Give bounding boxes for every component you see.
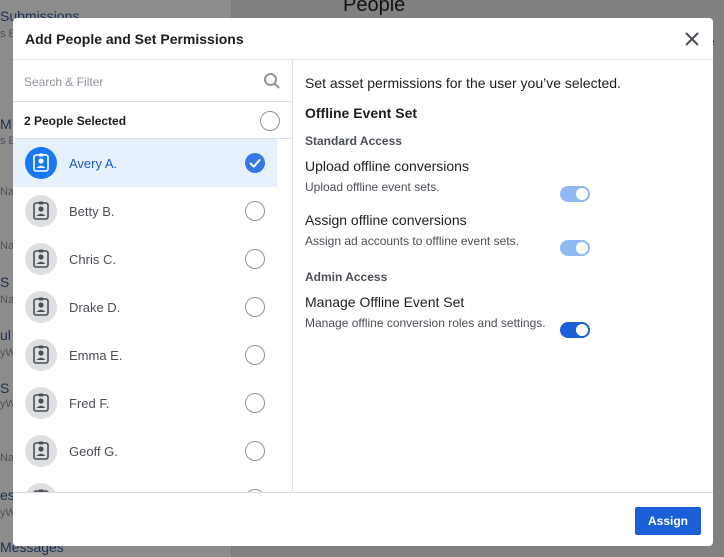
avatar: [25, 291, 57, 323]
background-subtext: Na: [0, 452, 15, 464]
selection-summary: 2 People Selected: [13, 102, 292, 139]
people-list: Avery A. Betty B. Chris C. Drake D. Emma E. F…: [13, 139, 292, 492]
background-link: ul: [0, 327, 11, 343]
background-link: M: [0, 116, 12, 132]
avatar: [25, 243, 57, 275]
selected-count-label: 2 People Selected: [24, 114, 127, 128]
person-checkbox[interactable]: [245, 345, 265, 365]
person-checkbox[interactable]: [245, 297, 265, 317]
person-row[interactable]: Drake D.: [13, 283, 277, 331]
background-subtext: Na: [0, 240, 15, 252]
avatar: [25, 387, 57, 419]
person-checkbox[interactable]: [245, 393, 265, 413]
close-icon: [685, 32, 699, 46]
person-name: Avery A.: [69, 156, 118, 171]
person-badge-icon: [33, 441, 49, 460]
person-checkbox[interactable]: [245, 249, 265, 269]
dialog-footer: Assign: [13, 492, 713, 546]
person-checkbox[interactable]: [245, 153, 265, 173]
permission-group-label: Standard Access: [305, 134, 402, 148]
permissions-pane: Set asset permissions for the user you’v…: [294, 60, 713, 492]
dialog-header: Add People and Set Permissions: [13, 18, 713, 60]
toggle-knob: [576, 188, 588, 200]
search-row: [13, 60, 292, 102]
background-subtext: Na: [0, 294, 15, 306]
avatar: [25, 195, 57, 227]
select-all-checkbox[interactable]: [260, 111, 280, 131]
assign-conversions-toggle[interactable]: [560, 240, 590, 256]
person-badge-icon: [33, 153, 49, 172]
permission-title: Upload offline conversions: [305, 158, 469, 174]
permission-description: Upload offline event sets.: [305, 180, 440, 194]
check-icon: [249, 159, 261, 168]
dialog-title: Add People and Set Permissions: [25, 31, 244, 47]
background-subtext: Na: [0, 186, 15, 198]
person-badge-icon: [33, 249, 49, 268]
upload-conversions-toggle[interactable]: [560, 186, 590, 202]
search-input[interactable]: [24, 72, 254, 92]
person-name: Chris C.: [69, 252, 116, 267]
person-row[interactable]: Chris C.: [13, 235, 277, 283]
background-heading: People: [343, 0, 406, 16]
permission-description: Manage offline conversion roles and sett…: [305, 316, 546, 330]
avatar: [25, 147, 57, 179]
person-checkbox[interactable]: [245, 441, 265, 461]
person-row[interactable]: Fred F.: [13, 379, 277, 427]
person-checkbox[interactable]: [245, 201, 265, 221]
search-icon: [264, 73, 280, 89]
permissions-dialog: Add People and Set Permissions 2 People …: [13, 18, 713, 546]
avatar: [25, 483, 57, 492]
person-row[interactable]: Geoff G.: [13, 427, 277, 475]
person-name: Emma E.: [69, 348, 123, 363]
person-badge-icon: [33, 393, 49, 412]
assign-button[interactable]: Assign: [635, 507, 701, 535]
permission-title: Manage Offline Event Set: [305, 294, 465, 310]
background-link: S: [0, 274, 10, 290]
person-name: Drake D.: [69, 300, 121, 315]
person-row[interactable]: Emma E.: [13, 331, 277, 379]
permissions-intro: Set asset permissions for the user you’v…: [305, 75, 621, 91]
scrollbar[interactable]: [279, 139, 287, 492]
person-badge-icon: [33, 201, 49, 220]
person-row[interactable]: Avery A.: [13, 139, 277, 187]
person-badge-icon: [33, 345, 49, 364]
person-badge-icon: [33, 297, 49, 316]
person-row[interactable]: Betty B.: [13, 187, 277, 235]
toggle-knob: [576, 242, 588, 254]
person-name: Betty B.: [69, 204, 115, 219]
manage-event-set-toggle[interactable]: [560, 322, 590, 338]
permission-description: Assign ad accounts to offline event sets…: [305, 234, 519, 248]
person-name: Geoff G.: [69, 444, 118, 459]
permission-title: Assign offline conversions: [305, 212, 467, 228]
background-link: S: [0, 380, 10, 396]
avatar: [25, 435, 57, 467]
avatar: [25, 339, 57, 371]
asset-title: Offline Event Set: [305, 105, 418, 121]
person-name: Fred F.: [69, 396, 110, 411]
person-row[interactable]: [13, 475, 277, 492]
people-pane: 2 People Selected Avery A. Betty B. Chris …: [13, 60, 293, 492]
toggle-knob: [576, 324, 588, 336]
close-button[interactable]: [683, 30, 701, 48]
permission-group-label: Admin Access: [305, 270, 388, 284]
